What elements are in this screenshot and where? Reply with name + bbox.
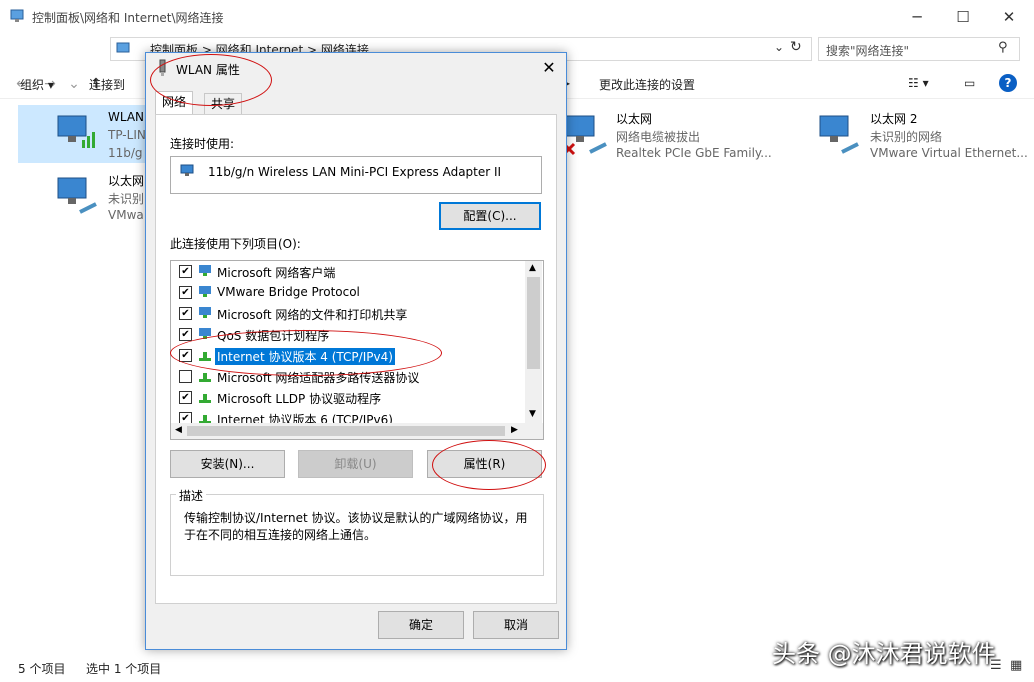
change-settings-button[interactable]: 更改此连接的设置 xyxy=(599,76,695,93)
client-icon xyxy=(199,265,211,276)
list-item-label: VMware Bridge Protocol xyxy=(217,285,360,299)
network-name: 以太网 xyxy=(108,174,145,188)
address-dropdown-icon[interactable]: ⌄ xyxy=(774,40,784,54)
items-label: 此连接使用下列项目(O): xyxy=(170,237,301,251)
list-item-label: Microsoft 网络客户端 xyxy=(217,266,336,280)
checkbox[interactable]: ✔ xyxy=(179,391,192,404)
adapter-name: 11b/g/n Wireless LAN Mini-PCI Express Ad… xyxy=(208,165,502,179)
vertical-scrollbar[interactable]: ▲ ▼ xyxy=(525,261,542,423)
ethernet-disconnected-icon xyxy=(562,115,607,156)
connect-using-label: 连接时使用: xyxy=(170,137,235,151)
network-status: 未识别的网络 xyxy=(870,130,943,144)
tiles-view-icon[interactable]: ▦ xyxy=(1010,658,1022,673)
dialog-close-button[interactable]: ✕ xyxy=(538,57,560,79)
preview-pane-icon[interactable]: ▭ xyxy=(964,76,975,90)
configure-button[interactable]: 配置(C)... xyxy=(439,202,541,230)
annotation-ellipse-properties xyxy=(432,440,546,490)
scroll-down-icon[interactable]: ▼ xyxy=(529,409,536,419)
network-status: 网络电缆被拔出 xyxy=(616,130,701,144)
status-item-count: 5 个项目 xyxy=(18,662,66,676)
checkbox[interactable]: ✔ xyxy=(179,412,192,423)
list-item[interactable]: ✔ Microsoft 网络客户端 xyxy=(175,261,521,282)
checkbox[interactable]: ✔ xyxy=(179,265,192,278)
horizontal-scrollbar[interactable]: ◀ ▶ xyxy=(171,423,543,439)
network-status: 未识别 xyxy=(108,192,145,206)
explorer-titlebar: 控制面板\网络和 Internet\网络连接 ─ ☐ ✕ xyxy=(0,0,1034,34)
protocol-icon xyxy=(199,394,211,403)
network-device: VMware Virtual Ethernet... xyxy=(870,146,1028,160)
checkbox[interactable]: ✔ xyxy=(179,286,192,299)
cancel-button[interactable]: 取消 xyxy=(473,611,559,639)
network-status: TP-LIN xyxy=(108,128,146,142)
network-device: Realtek PCIe GbE Family... xyxy=(616,146,772,160)
organize-menu[interactable]: 组织 ▾ xyxy=(20,76,54,93)
address-folder-icon xyxy=(116,42,130,53)
refresh-icon[interactable]: ↻ xyxy=(790,39,802,55)
description-label: 描述 xyxy=(176,487,207,504)
scroll-up-icon[interactable]: ▲ xyxy=(529,263,536,273)
list-item-label: Microsoft 网络的文件和打印机共享 xyxy=(217,308,408,322)
scroll-right-icon[interactable]: ▶ xyxy=(511,425,518,435)
maximize-button[interactable]: ☐ xyxy=(940,2,986,32)
ok-button[interactable]: 确定 xyxy=(378,611,464,639)
list-item[interactable]: ✔ VMware Bridge Protocol xyxy=(175,282,521,303)
search-placeholder: 搜索"网络连接" xyxy=(826,44,910,58)
network-device: VMwa xyxy=(108,208,144,222)
help-icon[interactable]: ? xyxy=(999,74,1017,92)
status-selected-count: 选中 1 个项目 xyxy=(86,662,162,676)
list-item-label: Microsoft LLDP 协议驱动程序 xyxy=(217,392,382,406)
protocol-icon xyxy=(199,373,211,382)
list-item[interactable]: ✔ Internet 协议版本 6 (TCP/IPv6) xyxy=(175,408,521,423)
network-name: 以太网 2 xyxy=(870,112,918,126)
window-title: 控制面板\网络和 Internet\网络连接 xyxy=(32,11,224,25)
connect-to-button[interactable]: 连接到 xyxy=(89,76,125,93)
service-icon xyxy=(199,307,211,318)
scroll-thumb[interactable] xyxy=(527,277,540,369)
checkbox[interactable]: ✔ xyxy=(179,328,192,341)
scroll-left-icon[interactable]: ◀ xyxy=(175,425,182,435)
view-options-icon[interactable]: ☷ ▾ xyxy=(908,76,929,90)
network-device: 11b/g xyxy=(108,146,143,160)
checkbox[interactable] xyxy=(179,370,192,383)
list-item[interactable]: ✔ Microsoft 网络的文件和打印机共享 xyxy=(175,303,521,324)
uninstall-button[interactable]: 卸载(U) xyxy=(298,450,413,478)
network-name: 以太网 xyxy=(616,112,653,126)
protocol-icon xyxy=(199,415,211,423)
list-item[interactable]: ✔ Microsoft LLDP 协议驱动程序 xyxy=(175,387,521,408)
annotation-ellipse-ipv4 xyxy=(170,330,442,376)
list-item-label: Internet 协议版本 6 (TCP/IPv6) xyxy=(217,413,393,423)
ethernet-adapter-icon xyxy=(819,115,859,154)
ethernet-adapter-icon xyxy=(57,177,97,214)
checkbox[interactable]: ✔ xyxy=(179,307,192,320)
install-button[interactable]: 安装(N)... xyxy=(170,450,285,478)
wireless-adapter-icon xyxy=(57,115,95,148)
search-icon[interactable]: ⚲ xyxy=(998,40,1008,55)
description-text: 传输控制协议/Internet 协议。该协议是默认的广域网络协议，用于在不同的相… xyxy=(184,511,528,542)
network-name: WLAN xyxy=(108,110,145,124)
close-button[interactable]: ✕ xyxy=(986,2,1032,32)
hscroll-thumb[interactable] xyxy=(187,426,505,436)
service-icon xyxy=(199,286,211,297)
watermark: 头条 @沐沐君说软件 xyxy=(772,640,996,668)
annotation-ellipse-title xyxy=(150,54,272,106)
minimize-button[interactable]: ─ xyxy=(894,2,940,32)
control-panel-icon xyxy=(10,9,24,22)
network-adapter-icon xyxy=(180,164,194,176)
